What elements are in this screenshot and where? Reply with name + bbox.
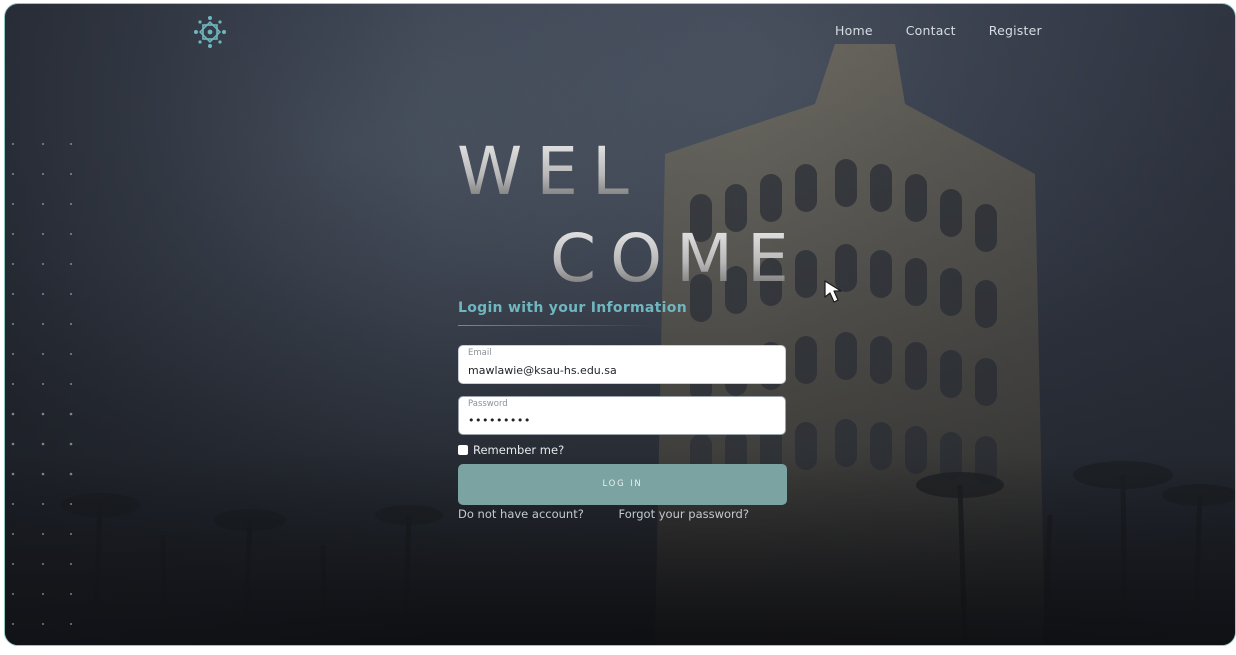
remember-me-checkbox[interactable] [458, 445, 468, 455]
password-field-label: Password [468, 399, 508, 409]
auth-links: Do not have account? Forgot your passwor… [458, 507, 749, 521]
remember-me-row[interactable]: Remember me? [458, 443, 564, 457]
no-account-link[interactable]: Do not have account? [458, 507, 584, 521]
remember-me-label[interactable]: Remember me? [473, 443, 564, 457]
login-subtitle: Login with your Information [458, 300, 687, 316]
nav-home-link[interactable]: Home [835, 23, 873, 38]
page-frame: Home Contact Register WEL COME Login wit… [4, 3, 1236, 646]
decorative-dot-grid [11, 143, 73, 625]
email-field[interactable]: Email mawlawie@ksau-hs.edu.sa [458, 345, 786, 384]
top-navigation: Home Contact Register [835, 23, 1075, 38]
mouse-pointer-icon [824, 280, 842, 303]
email-field-label: Email [468, 348, 492, 358]
login-button[interactable]: LOG IN [458, 464, 787, 505]
nav-register-link[interactable]: Register [989, 23, 1042, 38]
ornamental-star-logo-icon[interactable] [192, 15, 228, 49]
password-field[interactable]: Password ••••••••• [458, 396, 786, 435]
subtitle-underline [458, 325, 653, 326]
forgot-password-link[interactable]: Forgot your password? [618, 507, 748, 521]
nav-contact-link[interactable]: Contact [906, 23, 956, 38]
welcome-heading-line1: WEL [457, 133, 643, 210]
email-field-value[interactable]: mawlawie@ksau-hs.edu.sa [468, 364, 617, 377]
password-field-value[interactable]: ••••••••• [468, 414, 531, 427]
welcome-heading-line2: COME [550, 220, 803, 297]
